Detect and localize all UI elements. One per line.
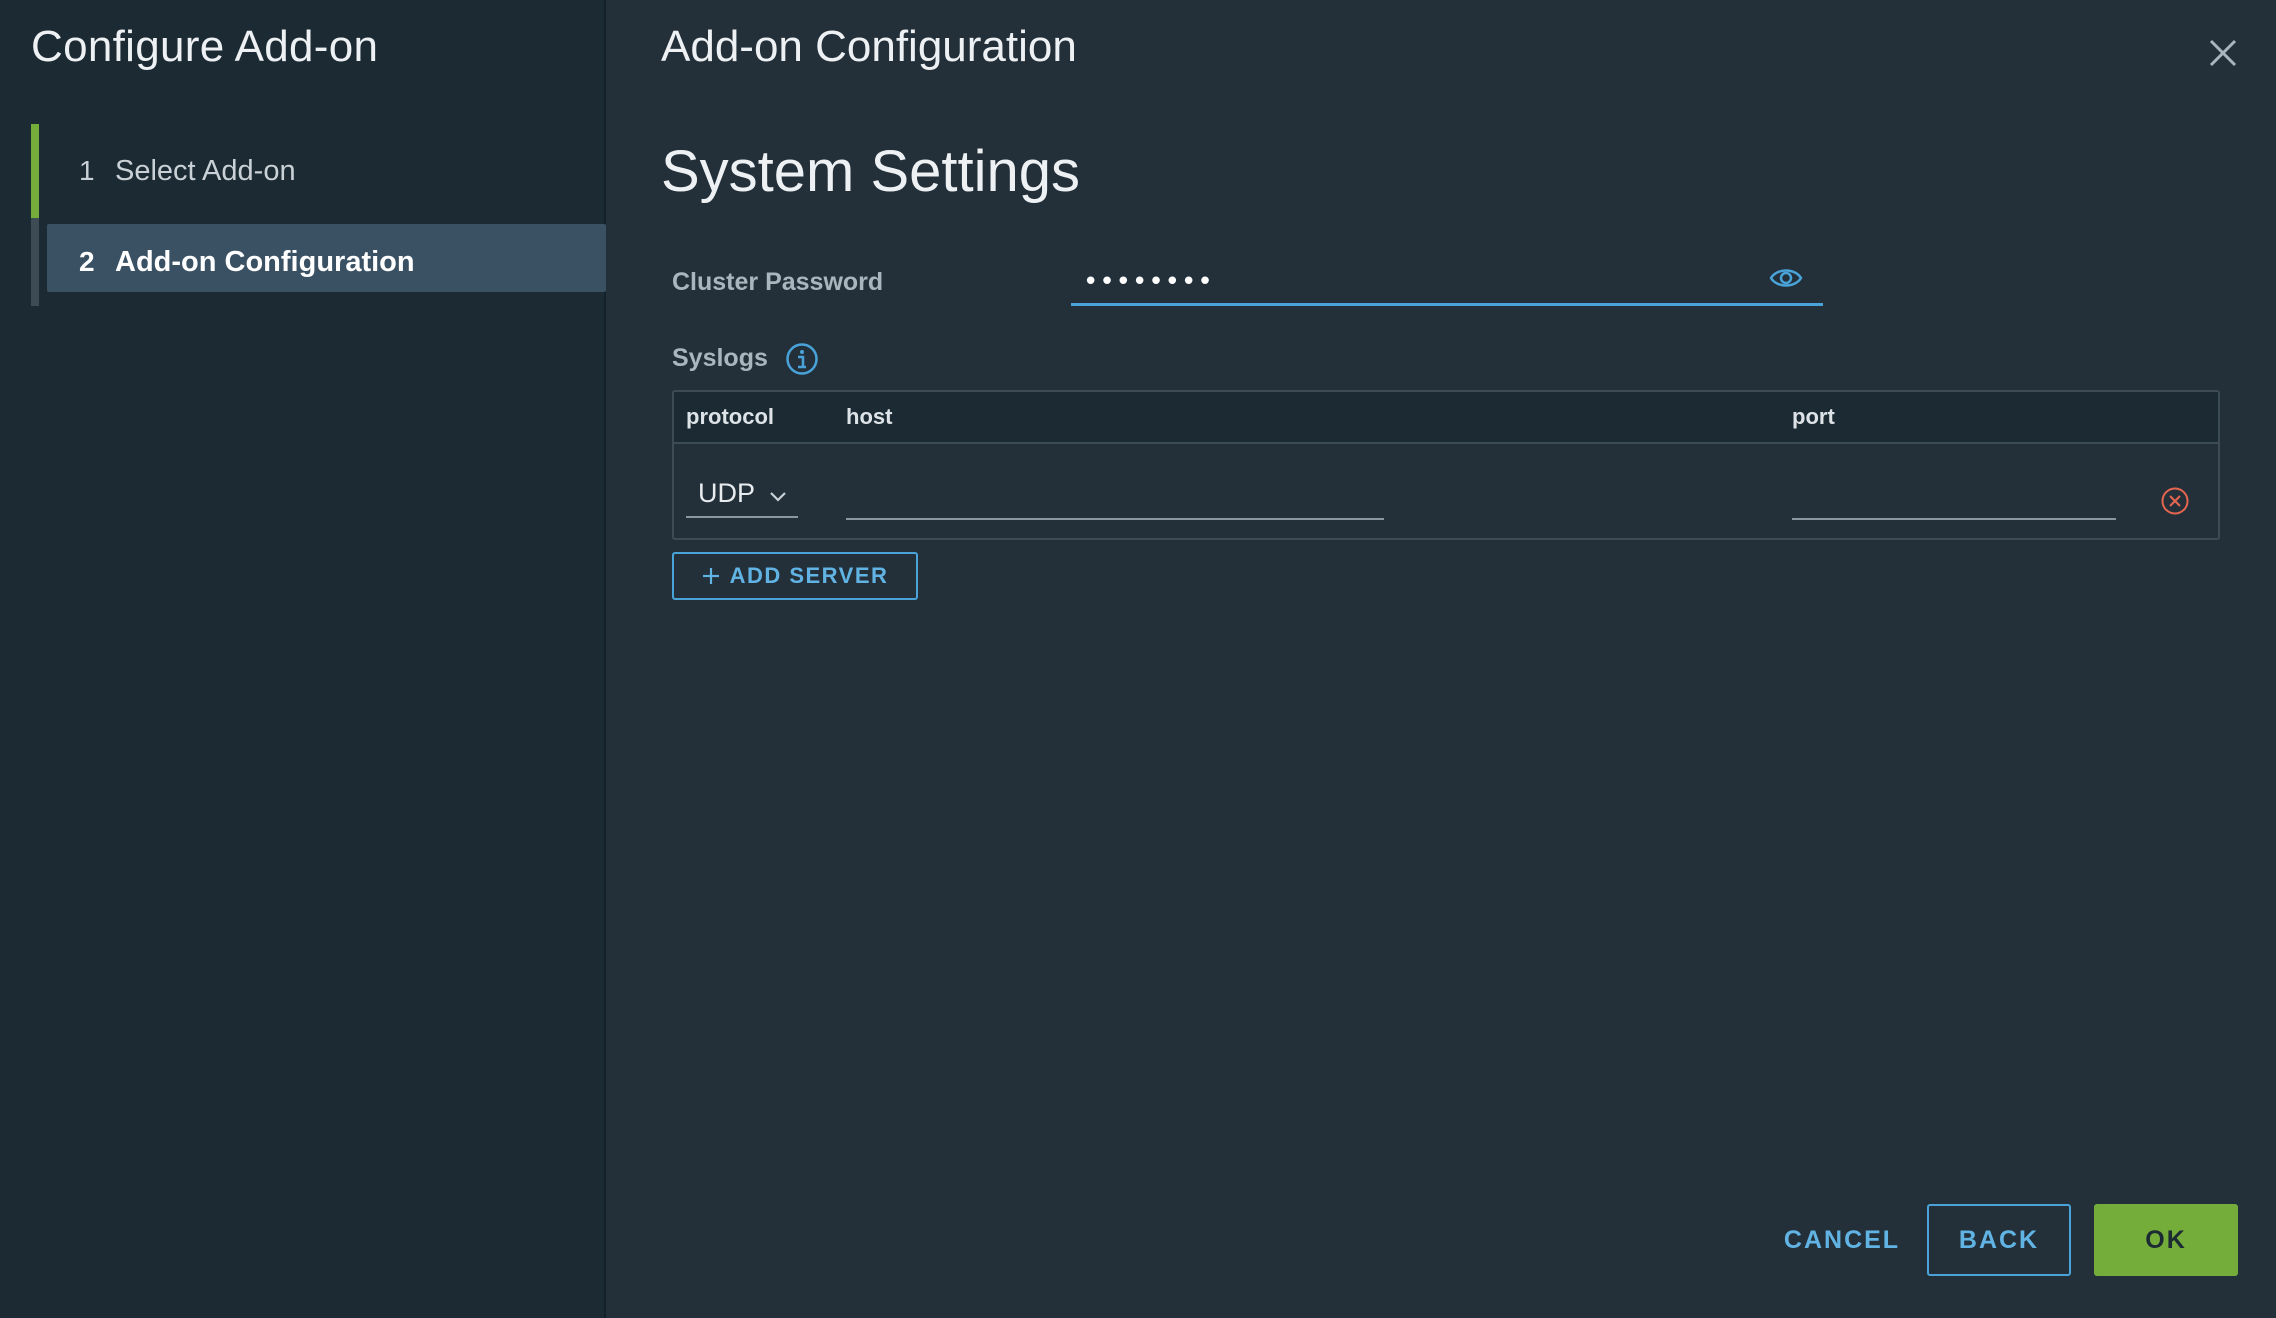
syslogs-info-button[interactable]	[785, 342, 819, 376]
protocol-select[interactable]: UDP	[686, 478, 798, 518]
step-select-add-on[interactable]: 1 Select Add-on	[31, 124, 606, 218]
table-header: protocol host port	[674, 392, 2218, 444]
syslogs-label: Syslogs	[672, 344, 768, 372]
step-progress-bar	[31, 124, 39, 218]
step-number: 1	[79, 155, 95, 186]
close-button[interactable]	[2206, 36, 2240, 70]
cancel-button[interactable]: CANCEL	[1758, 1204, 1926, 1276]
step-label: Add-on Configuration	[115, 245, 415, 278]
column-header-port: port	[1792, 404, 1835, 429]
port-input[interactable]	[1792, 480, 2116, 520]
section-title: System Settings	[661, 139, 1081, 204]
back-button[interactable]: BACK	[1927, 1204, 2071, 1276]
plus-icon	[702, 568, 719, 584]
syslogs-table: protocol host port UDP	[672, 390, 2220, 540]
dialog-title: Add-on Configuration	[661, 22, 1077, 71]
protocol-value: UDP	[698, 478, 756, 508]
eye-icon	[1769, 269, 1803, 287]
cluster-password-field	[1071, 258, 1823, 306]
cluster-password-label: Cluster Password	[672, 268, 884, 296]
wizard-sidebar: Configure Add-on 1 Select Add-on 2 Add-o…	[0, 0, 606, 1318]
remove-row-button[interactable]	[2160, 486, 2190, 516]
column-header-host: host	[846, 404, 893, 429]
host-input[interactable]	[846, 480, 1384, 520]
cluster-password-input[interactable]	[1083, 264, 1723, 300]
add-server-button[interactable]: ADD SERVER	[672, 552, 918, 600]
show-password-button[interactable]	[1769, 266, 1803, 290]
ok-button[interactable]: OK	[2094, 1204, 2238, 1276]
wizard-steps: 1 Select Add-on 2 Add-on Configuration	[31, 124, 606, 306]
step-label: Select Add-on	[115, 154, 296, 187]
close-icon	[2209, 39, 2237, 67]
info-icon	[786, 343, 818, 375]
chevron-down-icon	[770, 492, 786, 502]
add-server-label: ADD SERVER	[729, 563, 889, 588]
column-header-protocol: protocol	[686, 404, 774, 429]
step-progress-bar	[31, 218, 39, 306]
step-add-on-configuration[interactable]: 2 Add-on Configuration	[31, 218, 606, 306]
wizard-content: Add-on Configuration System Settings Clu…	[608, 0, 2276, 1318]
remove-circle-icon	[2161, 487, 2189, 515]
wizard-title: Configure Add-on	[31, 22, 379, 71]
step-number: 2	[79, 246, 95, 277]
